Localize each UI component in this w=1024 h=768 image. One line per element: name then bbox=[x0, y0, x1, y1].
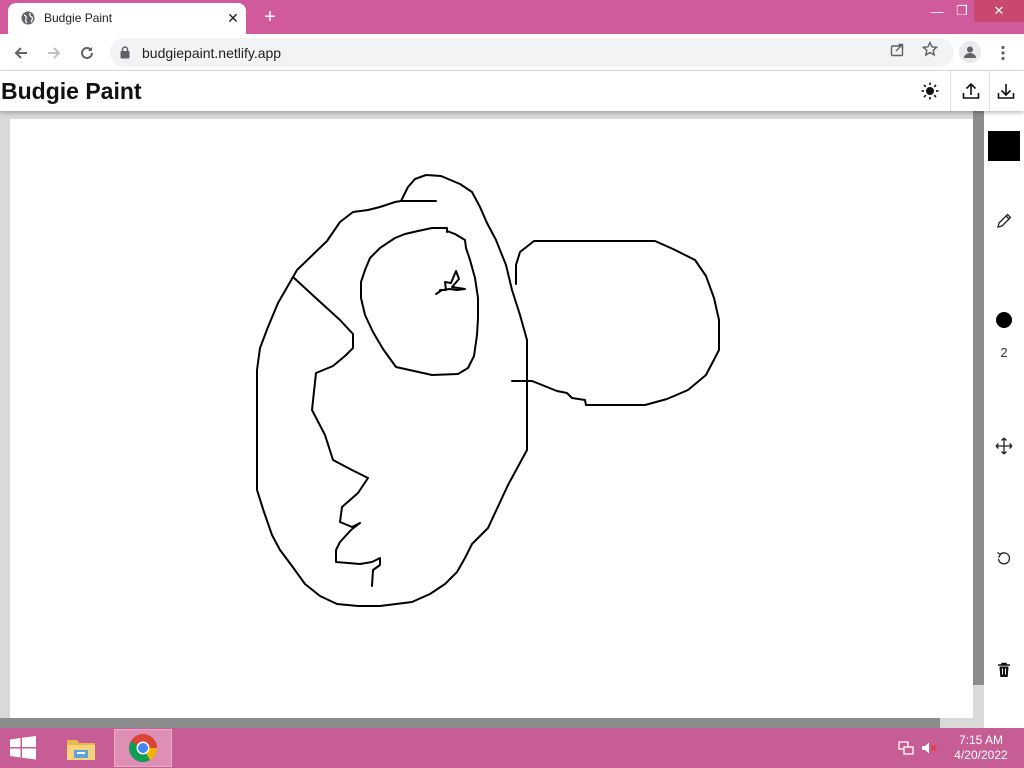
maximize-button[interactable]: ❐ bbox=[952, 0, 972, 22]
url-text: budgiepaint.netlify.app bbox=[142, 45, 282, 61]
clock-date: 4/20/2022 bbox=[954, 748, 1008, 762]
color-swatch[interactable] bbox=[988, 131, 1020, 161]
windows-start-icon[interactable] bbox=[8, 736, 40, 762]
horizontal-scrollbar[interactable] bbox=[0, 718, 940, 728]
browser-tab-strip: Budgie Paint ✕ + — ❐ ✕ bbox=[0, 0, 1024, 34]
file-explorer-icon[interactable] bbox=[62, 732, 100, 764]
system-clock[interactable]: 7:15 AM 4/20/2022 bbox=[946, 733, 1016, 763]
canvas-area bbox=[0, 111, 984, 728]
profile-avatar-icon[interactable] bbox=[959, 41, 981, 63]
back-icon[interactable] bbox=[10, 42, 32, 64]
app-header: Budgie Paint bbox=[0, 71, 1024, 111]
browser-toolbar: budgiepaint.netlify.app bbox=[0, 34, 1024, 71]
drawing-canvas[interactable] bbox=[10, 119, 973, 718]
header-divider bbox=[950, 71, 951, 111]
clock-time: 7:15 AM bbox=[958, 733, 1004, 747]
download-icon[interactable] bbox=[994, 79, 1018, 103]
window-close-button[interactable]: ✕ bbox=[974, 0, 1024, 22]
pencil-icon[interactable] bbox=[992, 209, 1016, 233]
forward-icon[interactable] bbox=[43, 42, 65, 64]
tool-panel: 2 bbox=[984, 111, 1024, 728]
vertical-scrollbar[interactable] bbox=[973, 111, 984, 685]
lock-icon bbox=[120, 46, 130, 59]
brush-size-value: 2 bbox=[1000, 345, 1008, 360]
header-divider bbox=[989, 71, 990, 111]
address-bar[interactable]: budgiepaint.netlify.app bbox=[110, 38, 954, 67]
minimize-button[interactable]: — bbox=[922, 0, 952, 22]
stroke bbox=[292, 276, 381, 587]
tab-title: Budgie Paint bbox=[44, 11, 113, 25]
upload-icon[interactable] bbox=[959, 79, 983, 103]
new-tab-button[interactable]: + bbox=[258, 6, 282, 28]
bookmark-star-icon[interactable] bbox=[922, 41, 938, 57]
taskbar: 7:15 AM 4/20/2022 bbox=[0, 728, 1024, 768]
share-icon[interactable] bbox=[889, 41, 905, 57]
chrome-icon[interactable] bbox=[114, 729, 172, 767]
move-icon[interactable] bbox=[992, 434, 1016, 458]
volume-muted-icon[interactable] bbox=[921, 740, 939, 756]
reload-icon[interactable] bbox=[76, 42, 98, 64]
network-icon[interactable] bbox=[897, 740, 915, 756]
globe-icon bbox=[21, 11, 35, 25]
stroke bbox=[360, 227, 479, 376]
drawing-strokes bbox=[256, 174, 720, 607]
tab-close-icon[interactable]: ✕ bbox=[224, 9, 242, 27]
undo-icon[interactable] bbox=[992, 546, 1016, 570]
trash-icon[interactable] bbox=[992, 658, 1016, 682]
theme-toggle-icon[interactable] bbox=[918, 79, 942, 103]
stroke bbox=[435, 270, 466, 295]
brush-size-dot[interactable] bbox=[996, 312, 1012, 328]
browser-menu-icon[interactable] bbox=[993, 42, 1013, 64]
browser-tab[interactable]: Budgie Paint ✕ bbox=[8, 3, 246, 34]
stroke bbox=[511, 240, 720, 406]
app-title: Budgie Paint bbox=[1, 78, 142, 104]
